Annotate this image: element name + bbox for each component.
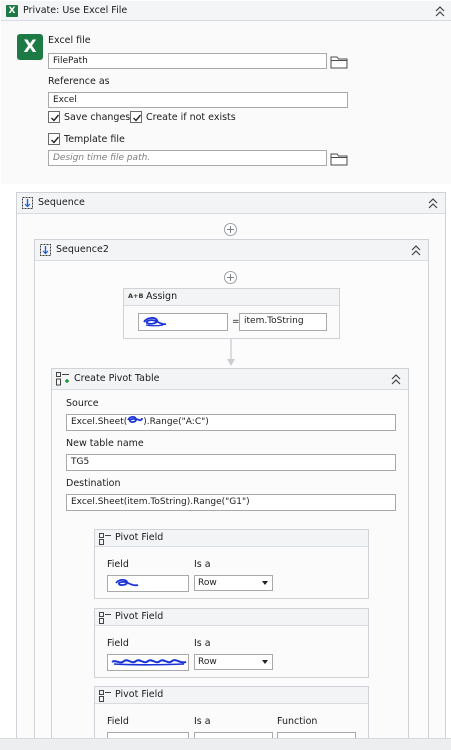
checkmark-icon [133, 114, 142, 122]
template-file-label: Template file [64, 134, 125, 145]
excel-file-value: FilePath [53, 56, 88, 66]
template-file-placeholder: Design time file path. [53, 153, 151, 163]
new-table-name-label: New table name [66, 438, 144, 449]
source-input[interactable]: Excel.Sheet( ).Range("A:C") [66, 414, 396, 431]
excel-small-icon: X [6, 5, 18, 17]
is-a-label: Is a [194, 559, 211, 570]
redacted-scribble [115, 578, 139, 587]
destination-label: Destination [66, 478, 121, 489]
pivot-field-header[interactable]: Pivot Field [95, 530, 368, 547]
excel-file-label: Excel file [48, 35, 91, 46]
chevron-down-icon [262, 581, 268, 585]
function-label: Function [277, 716, 318, 727]
assign-value-input[interactable]: item.ToString [239, 313, 327, 331]
pivot-field-icon [99, 533, 111, 545]
template-file-checkbox[interactable] [48, 133, 60, 145]
sequence-header[interactable]: Sequence [17, 193, 445, 214]
redacted-scribble [111, 659, 187, 666]
redacted-scribble [127, 415, 144, 423]
add-activity-button[interactable] [224, 271, 237, 284]
browse-template-folder-icon[interactable] [329, 150, 349, 167]
excel-icon: X [17, 34, 43, 60]
pivot-field-header[interactable]: Pivot Field [95, 609, 368, 626]
sequence2-activity: Sequence2 A+B Assign = item.ToString Cre… [34, 239, 429, 750]
reference-as-label: Reference as [48, 76, 110, 87]
collapse-icon[interactable] [410, 245, 422, 256]
assign-activity: A+B Assign = item.ToString [123, 288, 340, 339]
use-excel-file-activity: X Private: Use Excel File X Excel file F… [1, 1, 451, 184]
assign-value: item.ToString [244, 316, 304, 326]
bottom-scroll-strip [0, 738, 451, 750]
excel-file-input[interactable]: FilePath [48, 53, 327, 69]
new-table-name-input[interactable]: TG5 [66, 454, 396, 471]
source-suffix: ).Range("A:C") [143, 417, 209, 427]
sequence2-title: Sequence2 [56, 244, 109, 255]
is-a-label: Is a [194, 716, 211, 727]
collapse-icon[interactable] [434, 6, 446, 17]
pivot-field-activity: Pivot Field Field Is a Row [94, 608, 369, 678]
field-label: Field [107, 638, 129, 649]
destination-input[interactable]: Excel.Sheet(item.ToString).Range("G1") [66, 494, 396, 511]
create-if-not-exists-checkbox[interactable] [130, 111, 142, 123]
pivot-field-title: Pivot Field [115, 611, 164, 622]
assign-icon: A+B [128, 292, 144, 300]
sequence2-header[interactable]: Sequence2 [35, 240, 428, 261]
assign-to-input[interactable] [138, 313, 228, 331]
is-a-value: Row [198, 578, 217, 588]
browse-folder-icon[interactable] [329, 53, 349, 70]
save-changes-label: Save changes [64, 112, 131, 123]
chevron-down-icon [262, 660, 268, 664]
pivot-field-icon [99, 690, 111, 702]
create-pivot-table-title: Create Pivot Table [74, 373, 160, 384]
sequence-activity: Sequence Sequence2 A+B Assign = item.ToS… [16, 192, 446, 750]
redacted-scribble [143, 317, 167, 327]
field-input[interactable] [107, 654, 189, 671]
checkmark-icon [51, 114, 60, 122]
sequence-title: Sequence [38, 197, 85, 208]
field-label: Field [107, 716, 129, 727]
sequence-icon [22, 197, 33, 209]
is-a-value: Row [198, 657, 217, 667]
field-label: Field [107, 559, 129, 570]
destination-value: Excel.Sheet(item.ToString).Range("G1") [71, 497, 250, 507]
checkmark-icon [51, 136, 60, 144]
use-excel-file-title: Private: Use Excel File [23, 5, 128, 16]
is-a-dropdown[interactable]: Row [194, 575, 273, 591]
pivot-table-icon [56, 372, 69, 386]
reference-as-input[interactable]: Excel [48, 92, 348, 108]
add-activity-button[interactable] [224, 223, 237, 236]
sequence-icon [40, 244, 51, 256]
use-excel-file-header[interactable]: X Private: Use Excel File [1, 1, 451, 21]
collapse-icon[interactable] [390, 374, 402, 385]
pivot-field-icon [99, 612, 111, 624]
reference-as-value: Excel [53, 95, 77, 105]
is-a-dropdown[interactable]: Row [194, 654, 273, 670]
pivot-field-title: Pivot Field [115, 532, 164, 543]
new-table-name-value: TG5 [71, 457, 90, 467]
pivot-field-activity: Pivot Field Field Is a Row [94, 529, 369, 599]
save-changes-checkbox[interactable] [48, 111, 60, 123]
pivot-field-header[interactable]: Pivot Field [95, 687, 368, 704]
create-pivot-table-activity: Create Pivot Table Source Excel.Sheet( )… [51, 368, 409, 750]
template-file-input[interactable]: Design time file path. [48, 150, 327, 166]
create-if-not-exists-label: Create if not exists [146, 112, 236, 123]
assign-title: Assign [146, 291, 178, 302]
source-label: Source [66, 398, 99, 409]
create-pivot-table-header[interactable]: Create Pivot Table [52, 369, 408, 390]
assign-header[interactable]: A+B Assign [124, 289, 339, 306]
is-a-label: Is a [194, 638, 211, 649]
field-input[interactable] [107, 575, 189, 592]
source-prefix: Excel.Sheet( [71, 417, 128, 427]
connector-arrow [227, 339, 235, 366]
pivot-field-title: Pivot Field [115, 689, 164, 700]
collapse-icon[interactable] [427, 198, 439, 209]
